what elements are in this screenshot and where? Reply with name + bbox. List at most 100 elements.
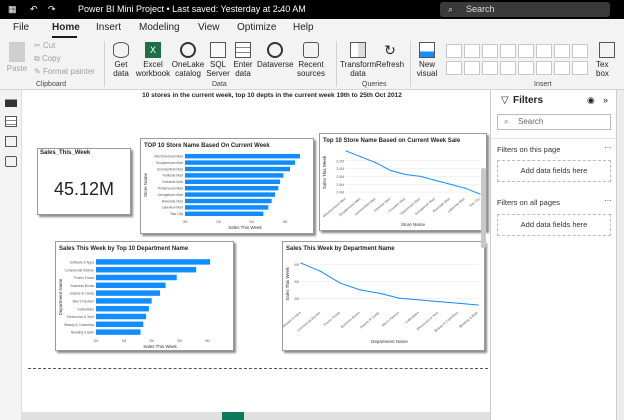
filter-search-input[interactable]: ⌕ Search: [497, 114, 611, 130]
search-icon: ⌕: [504, 117, 509, 126]
tab-insert[interactable]: Insert: [96, 22, 121, 33]
onelake-button[interactable]: OneLake catalog: [171, 42, 205, 78]
text-box-icon: [599, 42, 615, 58]
canvas-scrollbar[interactable]: [481, 168, 486, 248]
data-point: [379, 292, 381, 294]
tick-label: 3.0M: [336, 167, 344, 171]
format-painter-button[interactable]: ✎ Format painter: [34, 67, 95, 76]
report-title: 10 stores in the current week, top 10 de…: [142, 92, 402, 99]
store-bar-chart: TOP 10 Store Name Based On Current Week W…: [143, 143, 300, 230]
map-icon[interactable]: [482, 61, 498, 75]
chart-title: Sales This Week by Department Name: [286, 246, 395, 252]
all-pages-filter-drop-zone[interactable]: Add data fields here: [497, 214, 611, 236]
kpi-icon[interactable]: [572, 61, 588, 75]
bar: [185, 166, 290, 172]
clustered-bar-icon[interactable]: [482, 44, 498, 58]
sql-server-button[interactable]: SQL Server: [206, 42, 230, 78]
chart-card[interactable]: TOP 10 Store Name Based On Current Week W…: [140, 138, 314, 234]
new-visual-label: New visual: [416, 60, 438, 78]
enter-data-button[interactable]: Enter data: [231, 42, 255, 78]
search-box[interactable]: ⌕ Search: [440, 2, 610, 17]
page-filter-drop-zone[interactable]: Add data fields here: [497, 160, 611, 182]
dax-query-icon[interactable]: [5, 156, 17, 167]
refresh-button[interactable]: ↻ Refresh: [376, 42, 404, 69]
redo-icon[interactable]: ↷: [48, 0, 56, 19]
more-options-icon[interactable]: ···: [604, 143, 612, 152]
x-axis-title: Store Name: [401, 222, 426, 227]
clustered-column-icon[interactable]: [500, 44, 516, 58]
recent-sources-label: Recent sources: [296, 60, 325, 78]
model-view-icon[interactable]: [5, 136, 17, 147]
collapsed-pane-edge: [616, 90, 624, 420]
data-point: [320, 270, 322, 273]
sql-icon: [210, 42, 226, 58]
paste-button[interactable]: Paste: [6, 42, 28, 73]
tab-help[interactable]: Help: [293, 22, 314, 33]
table-view-icon[interactable]: [5, 116, 17, 127]
page-tab[interactable]: [222, 412, 244, 420]
chevron-down-icon[interactable]: ⌄: [276, 0, 284, 19]
chart-card[interactable]: Sales This Week by Department Name 2M 3M 4M…: [280, 241, 485, 351]
refresh-icon: ↻: [384, 42, 396, 58]
data-point: [419, 175, 422, 178]
area-chart-icon[interactable]: [554, 44, 570, 58]
stacked-bar-icon[interactable]: [446, 44, 462, 58]
search-icon: ⌕: [448, 4, 454, 14]
cut-button[interactable]: ✂ Cut: [34, 41, 55, 50]
tick-label: 2M: [149, 339, 154, 343]
donut-chart-icon[interactable]: [464, 61, 480, 75]
text-box-label: Tex box: [596, 60, 609, 78]
tab-optimize[interactable]: Optimize: [237, 22, 276, 33]
gauge-icon[interactable]: [554, 61, 570, 75]
tick-label: 3M: [177, 339, 182, 343]
chart-card[interactable]: Sales This Week by Top 10 Department Nam…: [55, 241, 234, 351]
bar: [185, 160, 295, 165]
clock-icon: [303, 42, 319, 58]
sql-label: SQL Server: [206, 60, 230, 78]
tick-label: Shopbemond Mart: [156, 161, 183, 165]
undo-icon[interactable]: ↶: [30, 0, 38, 19]
data-point: [404, 173, 407, 176]
get-data-button[interactable]: Get data: [108, 42, 134, 78]
more-options-icon[interactable]: ···: [604, 196, 612, 205]
bar: [96, 266, 197, 273]
tick-label: Crossline Mart: [162, 180, 183, 184]
enter-data-label: Enter data: [233, 60, 253, 78]
tick-label: Snacks & Candy: [70, 292, 95, 296]
matrix-icon[interactable]: [518, 61, 534, 75]
new-visual-button[interactable]: New visual: [414, 42, 440, 78]
card-icon[interactable]: [536, 61, 552, 75]
tick-label: 2.8M: [336, 175, 344, 179]
ribbon: Paste ✂ Cut ⧉ Copy ✎ Format painter Clip…: [0, 39, 624, 90]
collapse-pane-icon[interactable]: »: [603, 95, 608, 105]
excel-button[interactable]: X Excel workbook: [135, 42, 171, 78]
tab-home[interactable]: Home: [52, 22, 80, 33]
text-box-button[interactable]: Tex box: [596, 42, 618, 78]
divider: [491, 138, 624, 139]
report-view-icon[interactable]: [5, 96, 17, 107]
copy-label: Copy: [41, 54, 61, 63]
stacked-column-icon[interactable]: [518, 44, 534, 58]
data-point: [457, 302, 459, 304]
line-chart-icon[interactable]: [536, 44, 552, 58]
data-point: [477, 304, 479, 306]
tab-file[interactable]: File: [13, 22, 29, 33]
dataverse-button[interactable]: Dataverse: [257, 42, 293, 69]
bar: [96, 282, 166, 289]
queries-group-label: Queries: [362, 81, 387, 88]
tick-label: Collectibles: [77, 307, 94, 311]
transform-data-button[interactable]: Transform data: [340, 42, 376, 78]
chart-card[interactable]: Top 10 Store Name Based on Current Week …: [319, 133, 487, 231]
pie-chart-icon[interactable]: [446, 61, 462, 75]
column-chart-icon[interactable]: [464, 44, 480, 58]
tab-view[interactable]: View: [198, 22, 220, 33]
y-axis-title: Sales This Week: [285, 266, 290, 300]
ribbon-chart-icon[interactable]: [572, 44, 588, 58]
recent-sources-button[interactable]: Recent sources: [294, 42, 328, 78]
tab-modeling[interactable]: Modeling: [139, 22, 180, 33]
copy-button[interactable]: ⧉ Copy: [34, 54, 61, 63]
eye-icon[interactable]: ◉: [587, 95, 595, 106]
tick-label: Collectibles: [404, 310, 420, 324]
kpi-card[interactable]: Sales_This_Week 45.12M: [37, 148, 131, 215]
table-visual-icon[interactable]: [500, 61, 516, 75]
